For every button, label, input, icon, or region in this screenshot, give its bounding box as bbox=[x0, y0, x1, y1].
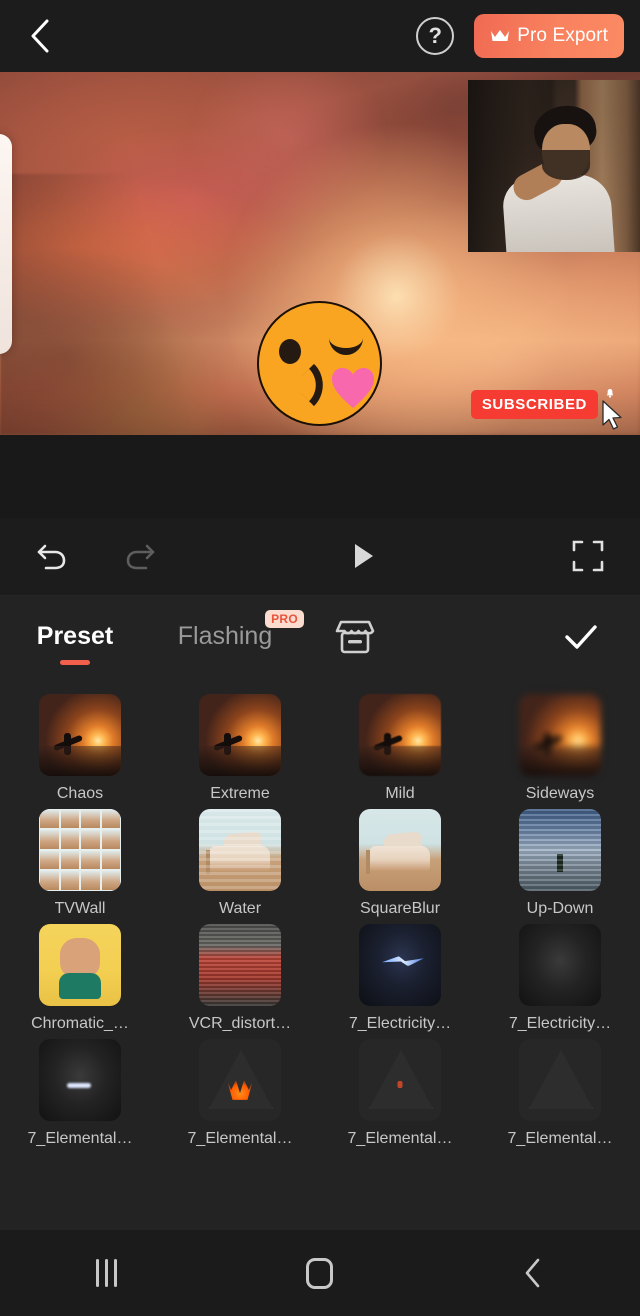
nav-recents-button[interactable] bbox=[59, 1243, 155, 1303]
left-edge-panel bbox=[0, 134, 12, 354]
effect-item[interactable]: 7_Electricity… bbox=[480, 923, 640, 1033]
effect-item[interactable]: Sideways bbox=[480, 693, 640, 803]
effect-item[interactable]: Up-Down bbox=[480, 808, 640, 918]
effect-thumbnail bbox=[39, 923, 121, 1006]
effect-item[interactable]: 7_Elemental… bbox=[480, 1038, 640, 1148]
pro-badge: PRO bbox=[265, 609, 304, 628]
effect-label: 7_Elemental… bbox=[347, 1129, 453, 1147]
effect-label: 7_Elemental… bbox=[187, 1129, 293, 1147]
chevron-left-icon bbox=[31, 19, 49, 53]
effect-item[interactable]: Mild bbox=[320, 693, 480, 803]
effect-thumbnail bbox=[199, 808, 281, 891]
effect-label: Chromatic_… bbox=[31, 1014, 129, 1032]
subscribed-badge[interactable]: SUBSCRIBED bbox=[470, 390, 598, 419]
play-icon bbox=[355, 544, 373, 568]
effect-label: Mild bbox=[385, 784, 415, 802]
effect-item[interactable]: Chaos bbox=[0, 693, 160, 803]
effect-item[interactable]: 7_Electricity… bbox=[320, 923, 480, 1033]
effect-thumbnail bbox=[199, 693, 281, 776]
emoji-face bbox=[257, 301, 382, 426]
tab-store[interactable] bbox=[300, 596, 410, 678]
nav-back-icon bbox=[526, 1258, 540, 1288]
effect-thumbnail bbox=[359, 923, 441, 1006]
back-button[interactable] bbox=[20, 16, 60, 56]
pro-export-button[interactable]: Pro Export bbox=[474, 14, 624, 58]
redo-button[interactable] bbox=[114, 530, 166, 582]
help-label: ? bbox=[428, 23, 442, 48]
effect-thumbnail bbox=[519, 1038, 601, 1121]
effect-thumbnail bbox=[519, 693, 601, 776]
effect-label: 7_Elemental… bbox=[507, 1129, 613, 1147]
effects-grid: Chaos Extreme Mild Sideways TVWall Water… bbox=[0, 693, 640, 1148]
effect-label: 7_Electricity… bbox=[508, 1014, 612, 1032]
play-button[interactable] bbox=[338, 530, 390, 582]
tab-preset[interactable]: Preset bbox=[0, 596, 150, 678]
timeline-area[interactable] bbox=[0, 435, 640, 518]
nav-home-button[interactable] bbox=[272, 1243, 368, 1303]
top-bar: ? Pro Export bbox=[0, 0, 640, 72]
recents-icon bbox=[96, 1259, 118, 1287]
crown-icon bbox=[491, 30, 510, 41]
effect-label: SquareBlur bbox=[359, 899, 441, 917]
tab-flashing[interactable]: Flashing PRO bbox=[150, 596, 304, 678]
cursor-arrow-icon bbox=[602, 400, 622, 430]
emoji-eye-open bbox=[279, 339, 301, 364]
fullscreen-icon bbox=[572, 540, 604, 572]
effect-thumbnail bbox=[199, 1038, 281, 1121]
effect-item[interactable]: TVWall bbox=[0, 808, 160, 918]
confirm-button[interactable] bbox=[546, 596, 616, 678]
effect-item[interactable]: SquareBlur bbox=[320, 808, 480, 918]
playback-controls bbox=[0, 517, 640, 596]
fullscreen-button[interactable] bbox=[562, 530, 614, 582]
help-button[interactable]: ? bbox=[416, 17, 455, 55]
video-preview[interactable]: SUBSCRIBED bbox=[0, 72, 640, 435]
effect-label: Up-Down bbox=[526, 899, 594, 917]
home-icon bbox=[306, 1257, 334, 1289]
nav-back-button[interactable] bbox=[485, 1243, 581, 1303]
bell-icon bbox=[606, 389, 614, 398]
redo-icon bbox=[126, 544, 155, 570]
effect-thumbnail bbox=[39, 1038, 121, 1121]
effect-label: Chaos bbox=[56, 784, 104, 802]
effect-label: 7_Electricity… bbox=[348, 1014, 452, 1032]
effect-thumbnail bbox=[199, 923, 281, 1006]
effect-item[interactable]: Chromatic_… bbox=[0, 923, 160, 1033]
check-icon bbox=[565, 624, 597, 649]
effect-item[interactable]: Extreme bbox=[160, 693, 320, 803]
effect-label: Extreme bbox=[210, 784, 270, 802]
tab-preset-label: Preset bbox=[36, 622, 114, 650]
effect-thumbnail bbox=[519, 808, 601, 891]
effect-tab-bar: Preset Flashing PRO bbox=[0, 595, 640, 678]
effect-thumbnail bbox=[519, 923, 601, 1006]
tab-active-indicator bbox=[60, 659, 90, 665]
undo-button[interactable] bbox=[26, 530, 78, 582]
tab-flashing-label: Flashing bbox=[177, 622, 273, 650]
effect-item[interactable]: 7_Elemental… bbox=[320, 1038, 480, 1148]
undo-icon bbox=[37, 544, 66, 570]
android-nav-bar bbox=[0, 1230, 640, 1316]
video-editor-screen: ? Pro Export SUBSCRIBED Preset Flashing … bbox=[0, 0, 640, 1316]
effect-thumbnail bbox=[39, 808, 121, 891]
effect-item[interactable]: 7_Elemental… bbox=[0, 1038, 160, 1148]
effect-item[interactable]: 7_Elemental… bbox=[160, 1038, 320, 1148]
effect-thumbnail bbox=[359, 693, 441, 776]
effect-label: VCR_distort… bbox=[188, 1014, 292, 1032]
effect-label: 7_Elemental… bbox=[27, 1129, 133, 1147]
effect-label: Sideways bbox=[525, 784, 595, 802]
effect-label: Water bbox=[218, 899, 262, 917]
effect-label: TVWall bbox=[54, 899, 106, 917]
picture-in-picture-clip[interactable] bbox=[468, 80, 640, 252]
effect-item[interactable]: VCR_distort… bbox=[160, 923, 320, 1033]
effect-thumbnail bbox=[359, 808, 441, 891]
store-icon bbox=[335, 620, 375, 653]
pro-export-label: Pro Export bbox=[517, 25, 608, 46]
effect-item[interactable]: Water bbox=[160, 808, 320, 918]
kissing-face-emoji-sticker[interactable] bbox=[257, 301, 382, 426]
pip-person-beard bbox=[542, 150, 590, 180]
effect-thumbnail bbox=[359, 1038, 441, 1121]
effect-thumbnail bbox=[39, 693, 121, 776]
effects-panel[interactable]: Chaos Extreme Mild Sideways TVWall Water… bbox=[0, 677, 640, 1230]
